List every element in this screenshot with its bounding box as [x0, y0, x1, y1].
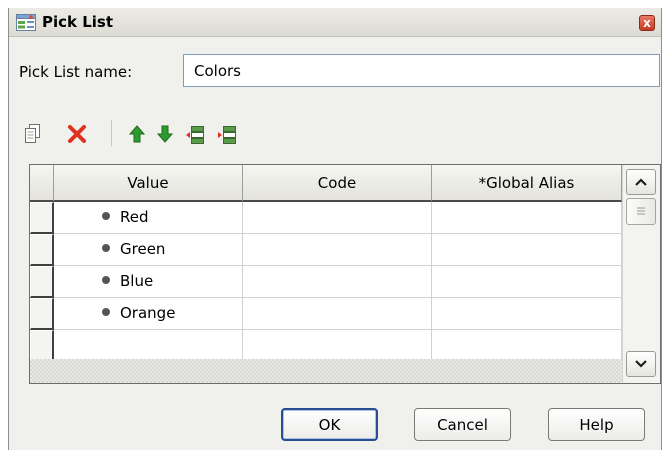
table-cell-value[interactable]: Red	[54, 202, 243, 234]
row-header[interactable]	[30, 298, 54, 330]
table-cell-alias[interactable]	[432, 330, 622, 362]
column-header-code[interactable]: Code	[243, 165, 432, 202]
delete-icon[interactable]	[67, 123, 87, 145]
table-cell-code[interactable]	[243, 234, 432, 266]
table-cell-alias[interactable]	[432, 266, 622, 298]
pick-list-dialog: Pick List x Pick List name: Value Code *…	[8, 8, 662, 450]
scroll-down-button[interactable]	[626, 351, 656, 377]
close-icon[interactable]: x	[639, 15, 655, 31]
table-cell-value[interactable]: Blue	[54, 266, 243, 298]
table-cell-code[interactable]	[243, 330, 432, 362]
move-down-icon[interactable]	[155, 123, 175, 145]
copy-icon[interactable]	[23, 123, 43, 145]
cell-text: Red	[120, 208, 149, 226]
remove-row-icon[interactable]	[185, 123, 205, 145]
chevron-up-icon	[635, 178, 647, 186]
table-cell-alias[interactable]	[432, 202, 622, 234]
bullet-icon	[102, 212, 110, 220]
table-empty-area	[30, 359, 622, 383]
table-cell-code[interactable]	[243, 266, 432, 298]
pick-list-icon	[16, 14, 36, 31]
cell-text: Blue	[120, 272, 154, 290]
row-header[interactable]	[30, 234, 54, 266]
cancel-button[interactable]: Cancel	[414, 408, 511, 441]
cell-text: Green	[120, 240, 166, 258]
table-cell-value[interactable]: Green	[54, 234, 243, 266]
row-header[interactable]	[30, 266, 54, 298]
table-cell-code[interactable]	[243, 202, 432, 234]
column-header-value[interactable]: Value	[54, 165, 243, 202]
bullet-icon	[102, 308, 110, 316]
insert-row-icon[interactable]	[217, 123, 237, 145]
corner-header[interactable]	[30, 165, 54, 202]
table-cell-alias[interactable]	[432, 234, 622, 266]
table-cell-alias[interactable]	[432, 298, 622, 330]
bullet-icon	[102, 276, 110, 284]
pick-list-name-input[interactable]	[183, 54, 660, 87]
ok-button[interactable]: OK	[281, 408, 378, 441]
pick-list-name-label: Pick List name:	[19, 63, 133, 81]
vertical-scrollbar[interactable]	[622, 165, 660, 383]
bullet-icon	[102, 244, 110, 252]
scroll-up-button[interactable]	[626, 169, 656, 195]
move-up-icon[interactable]	[127, 123, 147, 145]
scroll-thumb[interactable]	[626, 198, 656, 225]
grip-icon	[637, 207, 645, 215]
help-button[interactable]: Help	[548, 408, 645, 441]
chevron-down-icon	[635, 360, 647, 368]
toolbar-separator	[111, 120, 112, 146]
row-header[interactable]	[30, 202, 54, 234]
cell-text: Orange	[120, 304, 176, 322]
table-cell-code[interactable]	[243, 298, 432, 330]
table-cell-value[interactable]: Orange	[54, 298, 243, 330]
title-bar[interactable]: Pick List x	[9, 8, 661, 37]
row-header[interactable]	[30, 330, 54, 362]
column-header-global-alias[interactable]: *Global Alias	[432, 165, 622, 202]
table-cell-value[interactable]	[54, 330, 243, 362]
window-title: Pick List	[42, 13, 114, 31]
pick-list-table: Value Code *Global Alias Red Green Blue …	[29, 164, 661, 384]
